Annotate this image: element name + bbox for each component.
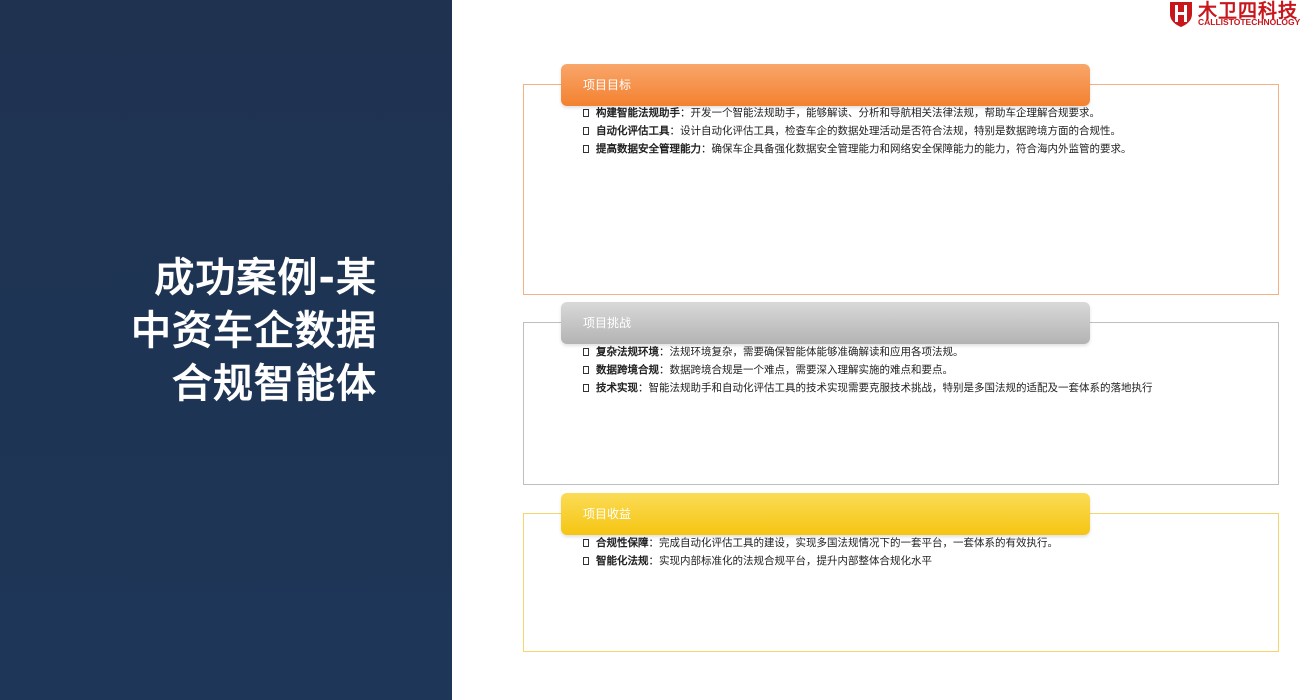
item-description: 设计自动化评估工具，检查车企的数据处理活动是否符合法规，特别是数据跨境方面的合规… [680,125,1121,137]
item-description: 智能法规助手和自动化评估工具的技术实现需要克服技术挑战，特别是多国法规的适配及一… [648,382,1153,394]
item-separator: ： [648,555,660,567]
list-item: 数据跨境合规：数据跨境合规是一个难点，需要深入理解实施的难点和要点。 [583,363,1233,378]
item-separator: ： [659,364,670,376]
slide-title-line-3: 合规智能体 [172,361,377,407]
item-term: 自动化评估工具 [596,125,670,137]
challenges-header: 项目挑战 [561,302,1090,344]
item-description: 完成自动化评估工具的建设，实现多国法规情况下的一套平台，一套体系的有效执行。 [659,537,1058,549]
item-separator: ： [659,346,670,358]
item-term: 复杂法规环境 [596,346,659,358]
slide-title-line-2: 中资车企数据 [131,308,377,354]
item-term: 构建智能法规助手 [596,107,680,119]
logo-subtitle: CALLISTOTECHNOLOGY [1198,17,1301,27]
item-separator: ： [669,125,681,137]
list-item: 技术实现：智能法规助手和自动化评估工具的技术实现需要克服技术挑战，特别是多国法规… [583,381,1233,396]
challenges-list: 复杂法规环境：法规环境复杂，需要确保智能体能够准确解读和应用各项法规。 数据跨境… [583,345,1233,399]
item-description: 法规环境复杂，需要确保智能体能够准确解读和应用各项法规。 [669,346,964,358]
bullet-icon [583,366,589,374]
bullet-icon [583,145,589,153]
item-term: 技术实现 [596,382,638,394]
bullet-icon [583,384,589,392]
benefits-header: 项目收益 [561,493,1090,535]
goals-header: 项目目标 [561,64,1090,106]
list-item: 合规性保障：完成自动化评估工具的建设，实现多国法规情况下的一套平台，一套体系的有… [583,536,1233,551]
company-logo: 木卫四科技 CALLISTOTECHNOLOGY [1168,0,1316,30]
item-term: 数据跨境合规 [596,364,659,376]
shield-logo-icon [1170,2,1192,27]
item-separator: ： [701,143,712,155]
slide: 成功案例-某 中资车企数据 合规智能体 木卫四科技 CALLISTOTECHNO… [0,0,1316,700]
benefits-list: 合规性保障：完成自动化评估工具的建设，实现多国法规情况下的一套平台，一套体系的有… [583,536,1233,572]
item-separator: ： [648,537,660,549]
item-description: 实现内部标准化的法规合规平台，提升内部整体合规化水平 [659,555,932,567]
bullet-icon [583,557,589,565]
item-description: 开发一个智能法规助手，能够解读、分析和导航相关法律法规，帮助车企理解合规要求。 [690,107,1101,119]
bullet-icon [583,127,589,135]
list-item: 智能化法规：实现内部标准化的法规合规平台，提升内部整体合规化水平 [583,554,1233,569]
item-description: 确保车企具备强化数据安全管理能力和网络安全保障能力的能力，符合海内外监管的要求。 [711,143,1132,155]
item-separator: ： [680,107,691,119]
bullet-icon [583,539,589,547]
bullet-icon [583,109,589,117]
list-item: 自动化评估工具：设计自动化评估工具，检查车企的数据处理活动是否符合法规，特别是数… [583,124,1233,139]
slide-title-line-1: 成功案例-某 [154,255,377,301]
list-item: 提高数据安全管理能力：确保车企具备强化数据安全管理能力和网络安全保障能力的能力，… [583,142,1233,157]
slide-title: 成功案例-某 中资车企数据 合规智能体 [17,252,377,411]
item-term: 智能化法规 [596,555,649,567]
item-term: 提高数据安全管理能力 [596,143,701,155]
title-panel: 成功案例-某 中资车企数据 合规智能体 [0,0,452,700]
bullet-icon [583,348,589,356]
list-item: 构建智能法规助手：开发一个智能法规助手，能够解读、分析和导航相关法律法规，帮助车… [583,106,1233,121]
item-term: 合规性保障 [596,537,649,549]
item-separator: ： [638,382,649,394]
list-item: 复杂法规环境：法规环境复杂，需要确保智能体能够准确解读和应用各项法规。 [583,345,1233,360]
goals-list: 构建智能法规助手：开发一个智能法规助手，能够解读、分析和导航相关法律法规，帮助车… [583,106,1233,160]
item-description: 数据跨境合规是一个难点，需要深入理解实施的难点和要点。 [669,364,954,376]
